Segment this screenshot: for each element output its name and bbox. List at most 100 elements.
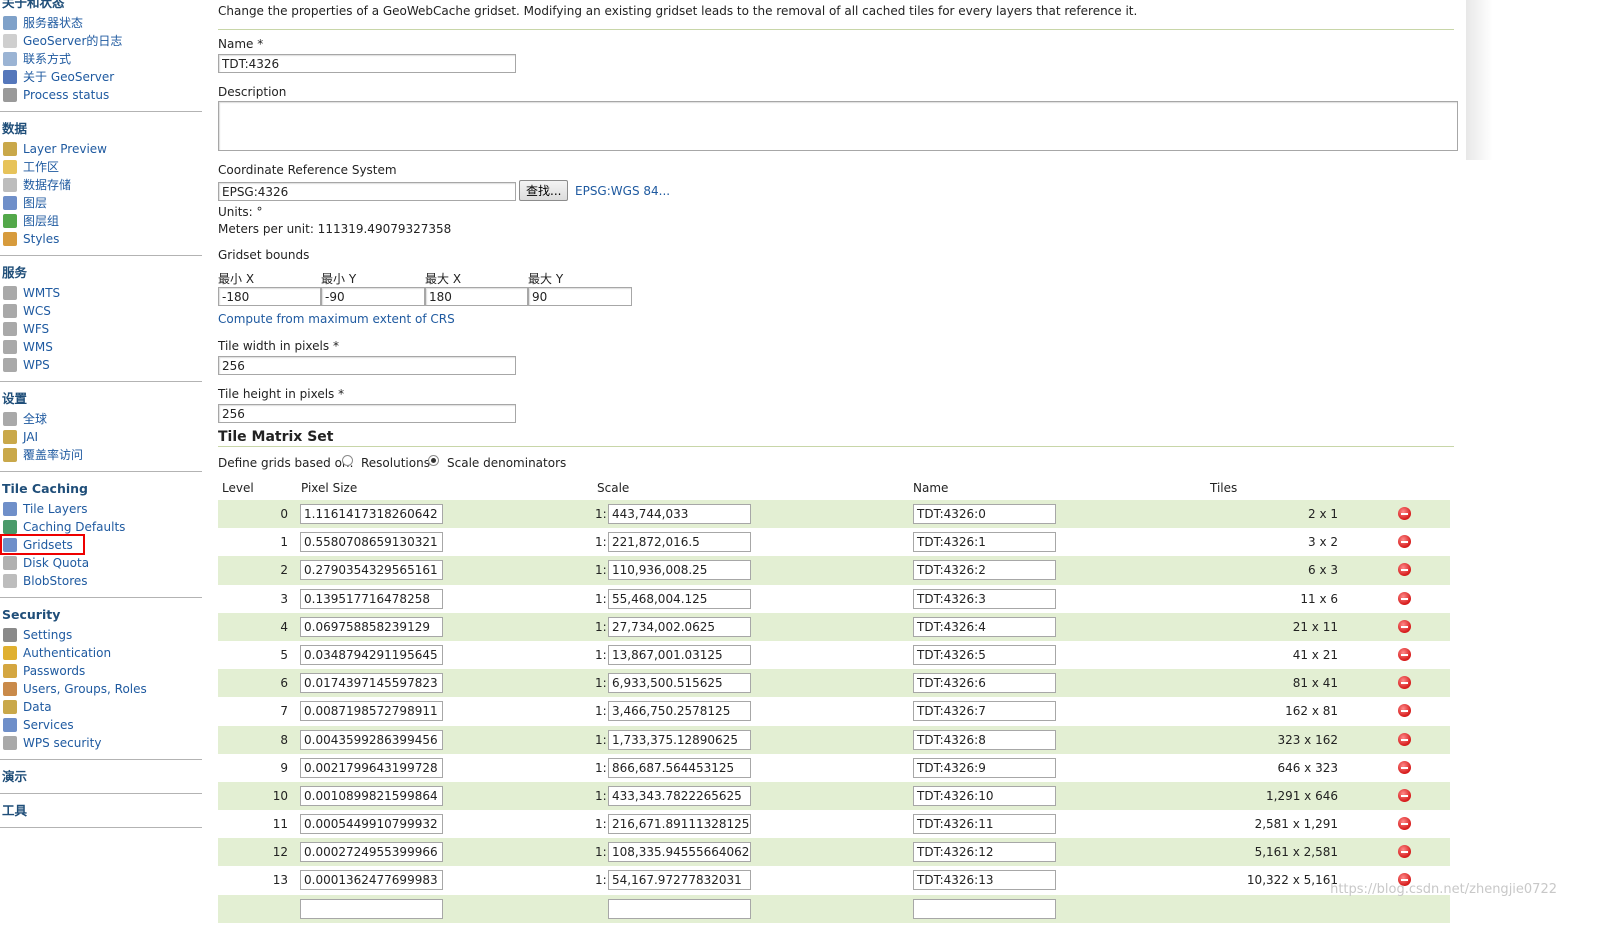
- sidebar-section-title[interactable]: 服务: [0, 264, 202, 282]
- scale-cell-input[interactable]: 433,343.7822265625: [608, 785, 751, 806]
- find-crs-button[interactable]: 查找...: [519, 180, 569, 201]
- grid-name-cell-input[interactable]: TDT:4326:8: [913, 729, 1056, 750]
- remove-level-icon[interactable]: [1398, 535, 1411, 549]
- sidebar-item[interactable]: WCS: [0, 302, 202, 320]
- remove-level-icon[interactable]: [1398, 676, 1411, 690]
- sidebar-item[interactable]: Layer Preview: [0, 140, 202, 158]
- scale-cell-input[interactable]: 221,872,016.5: [608, 532, 751, 553]
- grid-name-cell-input[interactable]: TDT:4326:5: [913, 644, 1056, 665]
- bounds-maxy-input[interactable]: [528, 287, 632, 306]
- sidebar-item[interactable]: GeoServer的日志: [0, 32, 202, 50]
- pixel-size-cell-input[interactable]: 0.0005449910799932: [300, 814, 443, 835]
- sidebar-item[interactable]: 联系方式: [0, 50, 202, 68]
- pixel-size-cell-input[interactable]: 1.1161417318260642: [300, 504, 443, 524]
- grid-name-cell-input[interactable]: TDT:4326:1: [913, 532, 1056, 553]
- sidebar-item[interactable]: WMTS: [0, 284, 202, 302]
- sidebar-section-title[interactable]: 工具: [0, 802, 202, 820]
- name-input[interactable]: [218, 54, 516, 73]
- pixel-size-cell-input[interactable]: 0.5580708659130321: [300, 532, 443, 553]
- sidebar-section-title[interactable]: 数据: [0, 120, 202, 138]
- remove-level-icon[interactable]: [1398, 704, 1411, 718]
- sidebar-item[interactable]: Users, Groups, Roles: [0, 680, 202, 698]
- pixel-size-cell-input[interactable]: 0.0002724955399966: [300, 842, 443, 863]
- remove-level-icon[interactable]: [1398, 788, 1411, 802]
- sidebar-item[interactable]: Gridsets: [0, 534, 202, 555]
- sidebar-item[interactable]: Disk Quota: [0, 554, 202, 572]
- sidebar-item[interactable]: Tile Layers: [0, 500, 202, 518]
- bounds-maxx-input[interactable]: [425, 287, 528, 306]
- sidebar-item[interactable]: WMS: [0, 338, 202, 356]
- remove-level-icon[interactable]: [1398, 619, 1411, 633]
- sidebar-section-title[interactable]: Security: [0, 606, 202, 624]
- sidebar-item[interactable]: Passwords: [0, 662, 202, 680]
- resolutions-radio[interactable]: [342, 455, 353, 466]
- remove-level-icon[interactable]: [1398, 591, 1411, 605]
- scale-cell-input[interactable]: 54,167.97277832031: [608, 870, 751, 891]
- grid-name-cell-input[interactable]: TDT:4326:6: [913, 673, 1056, 694]
- sidebar-item[interactable]: 关于 GeoServer: [0, 68, 202, 86]
- crs-input[interactable]: [218, 182, 516, 201]
- sidebar-item[interactable]: 图层: [0, 194, 202, 212]
- grid-name-cell-input[interactable]: TDT:4326:7: [913, 701, 1056, 722]
- crs-details-link[interactable]: EPSG:WGS 84...: [575, 184, 670, 198]
- scale-cell-input[interactable]: 443,744,033: [608, 504, 751, 524]
- sidebar-item[interactable]: 工作区: [0, 158, 202, 176]
- grid-name-cell-input[interactable]: TDT:4326:9: [913, 757, 1056, 778]
- cell-input[interactable]: [300, 898, 443, 919]
- sidebar-section-title[interactable]: 演示: [0, 768, 202, 786]
- grid-name-cell-input[interactable]: TDT:4326:3: [913, 588, 1056, 609]
- remove-level-icon[interactable]: [1398, 817, 1411, 831]
- remove-level-icon[interactable]: [1398, 845, 1411, 859]
- grid-name-cell-input[interactable]: TDT:4326:10: [913, 785, 1056, 806]
- scale-cell-input[interactable]: 55,468,004.125: [608, 588, 751, 609]
- sidebar-item[interactable]: Data: [0, 698, 202, 716]
- bounds-minx-input[interactable]: [218, 287, 321, 306]
- sidebar-section-title[interactable]: 关于和状态: [0, 0, 202, 12]
- sidebar-item[interactable]: WPS: [0, 356, 202, 374]
- remove-level-icon[interactable]: [1398, 563, 1411, 577]
- pixel-size-cell-input[interactable]: 0.0010899821599864: [300, 785, 443, 806]
- grid-name-cell-input[interactable]: TDT:4326:4: [913, 616, 1056, 637]
- pixel-size-cell-input[interactable]: 0.0174397145597823: [300, 673, 443, 694]
- compute-extent-link[interactable]: Compute from maximum extent of CRS: [218, 312, 455, 326]
- remove-level-icon[interactable]: [1398, 647, 1411, 661]
- sidebar-item[interactable]: 图层组: [0, 212, 202, 230]
- sidebar-section-title[interactable]: 设置: [0, 390, 202, 408]
- sidebar-item[interactable]: 全球: [0, 410, 202, 428]
- cell-input[interactable]: [608, 898, 751, 919]
- sidebar-section-title[interactable]: Tile Caching: [0, 480, 202, 498]
- pixel-size-cell-input[interactable]: 0.0001362477699983: [300, 870, 443, 891]
- sidebar-item[interactable]: Settings: [0, 626, 202, 644]
- scale-cell-input[interactable]: 216,671.89111328125: [608, 814, 751, 835]
- scale-cell-input[interactable]: 27,734,002.0625: [608, 616, 751, 637]
- scale-denominators-radio[interactable]: [428, 455, 439, 466]
- sidebar-item[interactable]: Process status: [0, 86, 202, 104]
- sidebar-item[interactable]: WPS security: [0, 734, 202, 752]
- cell-input[interactable]: [913, 898, 1056, 919]
- pixel-size-cell-input[interactable]: 0.0348794291195645: [300, 644, 443, 665]
- sidebar-item[interactable]: Styles: [0, 230, 202, 248]
- scale-cell-input[interactable]: 13,867,001.03125: [608, 644, 751, 665]
- scale-cell-input[interactable]: 108,335.94555664062: [608, 842, 751, 863]
- scale-cell-input[interactable]: 110,936,008.25: [608, 560, 751, 581]
- grid-name-cell-input[interactable]: TDT:4326:2: [913, 560, 1056, 581]
- sidebar-item[interactable]: BlobStores: [0, 572, 202, 590]
- tile-height-input[interactable]: [218, 404, 516, 423]
- scale-cell-input[interactable]: 6,933,500.515625: [608, 673, 751, 694]
- scale-cell-input[interactable]: 1,733,375.12890625: [608, 729, 751, 750]
- sidebar-item[interactable]: 服务器状态: [0, 14, 202, 32]
- tile-width-input[interactable]: [218, 356, 516, 375]
- sidebar-item[interactable]: JAI: [0, 428, 202, 446]
- scale-cell-input[interactable]: 3,466,750.2578125: [608, 701, 751, 722]
- description-textarea[interactable]: [218, 101, 1458, 151]
- pixel-size-cell-input[interactable]: 0.069758858239129: [300, 616, 443, 637]
- grid-name-cell-input[interactable]: TDT:4326:12: [913, 842, 1056, 863]
- grid-name-cell-input[interactable]: TDT:4326:13: [913, 870, 1056, 891]
- pixel-size-cell-input[interactable]: 0.2790354329565161: [300, 560, 443, 581]
- scale-cell-input[interactable]: 866,687.564453125: [608, 757, 751, 778]
- remove-level-icon[interactable]: [1398, 732, 1411, 746]
- remove-level-icon[interactable]: [1398, 507, 1411, 520]
- sidebar-item[interactable]: WFS: [0, 320, 202, 338]
- grid-name-cell-input[interactable]: TDT:4326:0: [913, 504, 1056, 524]
- sidebar-item[interactable]: Services: [0, 716, 202, 734]
